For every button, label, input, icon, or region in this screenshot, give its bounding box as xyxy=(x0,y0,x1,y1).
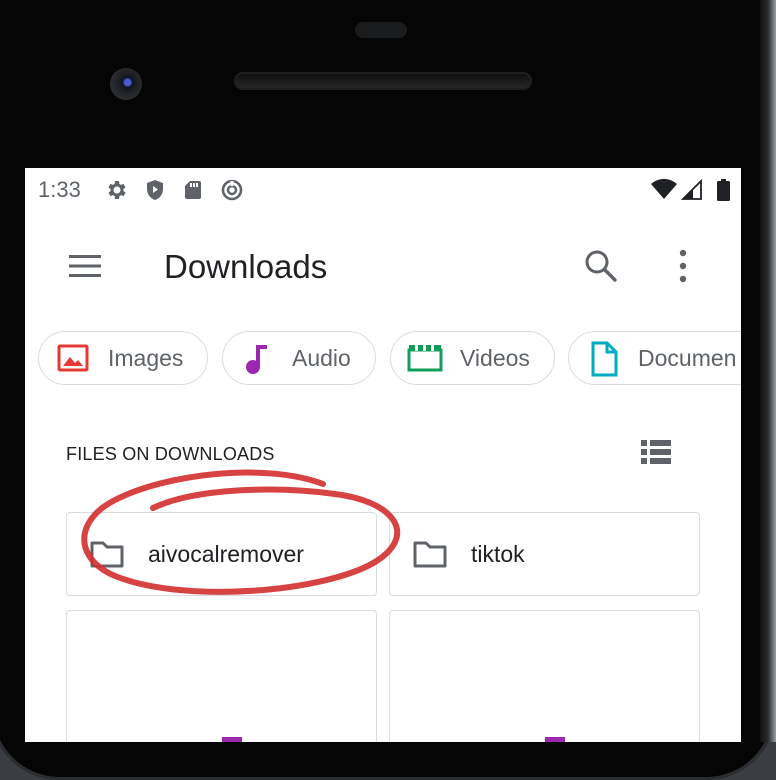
folder-card-aivocalremover[interactable]: aivocalremover xyxy=(66,512,377,596)
folder-name: aivocalremover xyxy=(148,541,304,567)
gear-icon xyxy=(108,181,126,199)
folder-icon xyxy=(413,541,447,568)
file-thumbnail-icon xyxy=(222,737,242,742)
hamburger-menu-icon[interactable] xyxy=(67,252,103,280)
list-view-icon[interactable] xyxy=(640,438,672,466)
section-label: FILES ON DOWNLOADS xyxy=(66,444,275,464)
chip-images-label: Images xyxy=(108,345,184,371)
chip-videos-label: Videos xyxy=(460,345,530,371)
more-vert-icon[interactable] xyxy=(671,248,695,284)
battery-icon xyxy=(717,179,730,201)
status-time: 1:33 xyxy=(38,177,81,202)
chip-documents-label: Documen xyxy=(638,345,737,371)
shield-icon xyxy=(147,180,163,200)
document-icon xyxy=(591,341,618,377)
file-card[interactable] xyxy=(66,610,377,742)
folder-card-tiktok[interactable]: tiktok xyxy=(389,512,700,596)
movie-icon xyxy=(407,345,443,372)
status-bar: 1:33 xyxy=(25,168,741,212)
search-icon[interactable] xyxy=(583,248,619,284)
music-note-icon xyxy=(246,345,267,374)
folder-icon xyxy=(90,541,124,568)
phone-side-edge xyxy=(760,0,776,742)
page-title: Downloads xyxy=(164,248,328,285)
earpiece-speaker xyxy=(234,72,532,90)
image-icon xyxy=(57,344,89,372)
chip-audio[interactable]: Audio xyxy=(222,331,376,385)
cell-signal-icon xyxy=(680,178,702,200)
front-camera xyxy=(110,68,142,100)
file-thumbnail-icon xyxy=(545,737,565,742)
wifi-icon xyxy=(651,178,677,199)
file-card[interactable] xyxy=(389,610,700,742)
top-notch xyxy=(355,22,407,38)
chip-videos[interactable]: Videos xyxy=(390,331,555,385)
chip-audio-label: Audio xyxy=(292,345,351,371)
folder-name: tiktok xyxy=(471,541,525,567)
phone-screen: 1:33 Downloads Images Audio Videos Docum… xyxy=(25,168,741,742)
chip-images[interactable]: Images xyxy=(38,331,208,385)
sd-card-icon xyxy=(185,181,201,199)
chip-documents[interactable]: Documen xyxy=(568,331,741,385)
data-saver-icon xyxy=(221,179,243,201)
